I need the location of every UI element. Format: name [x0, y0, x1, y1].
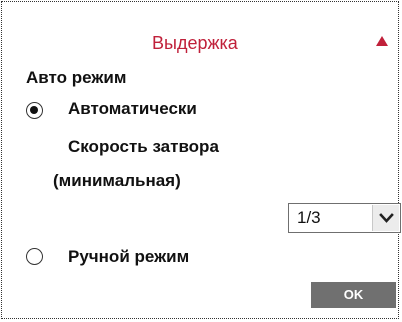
min-shutter-select[interactable]: 1/3 [288, 203, 401, 233]
auto-mode-section-label: Авто режим [26, 68, 127, 87]
auto-radio[interactable] [26, 102, 43, 119]
triangle-up-icon[interactable] [376, 36, 388, 46]
chevron-down-icon-glyph [379, 213, 394, 223]
manual-option-label: Ручной режим [68, 247, 190, 266]
auto-option-label: Автоматически [68, 99, 197, 118]
min-shutter-label-line1: Скорость затвора [68, 137, 219, 156]
exposure-panel: Выдержка Авто режим Автоматически Скорос… [1, 1, 401, 319]
min-shutter-label-line2: (минимальная) [53, 171, 181, 190]
manual-radio[interactable] [26, 248, 43, 265]
chevron-down-icon[interactable] [372, 205, 399, 231]
panel-title: Выдержка [152, 33, 238, 53]
ok-button[interactable]: OK [311, 282, 396, 308]
min-shutter-select-value: 1/3 [297, 208, 321, 227]
